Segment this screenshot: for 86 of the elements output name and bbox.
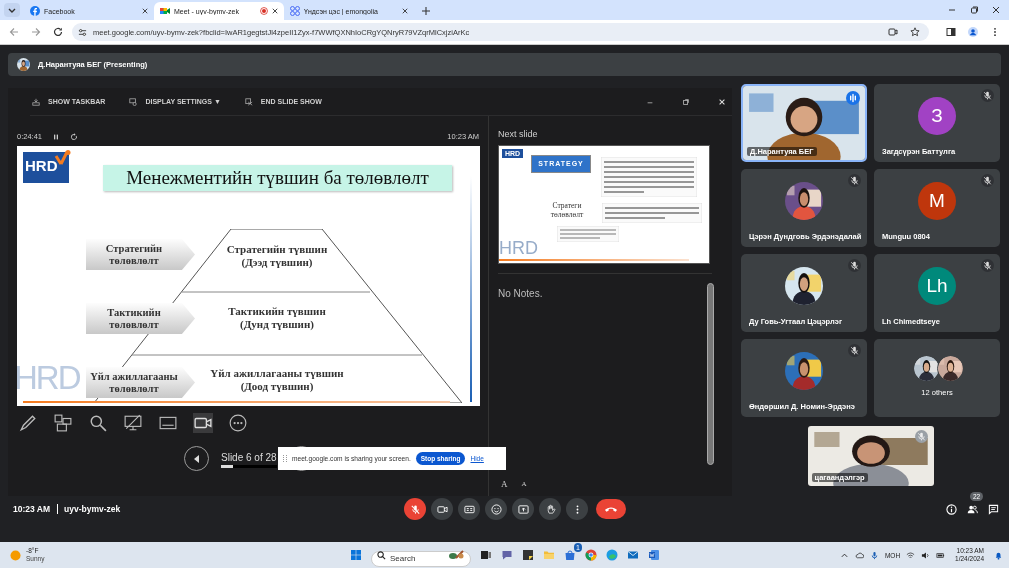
site-settings-icon[interactable] [78,27,87,37]
avatar-initial: M [918,182,956,220]
scrollbar[interactable] [707,283,714,465]
speaking-indicator-icon [846,91,860,105]
meeting-time: 10:23 AM [13,504,58,514]
display-settings-icon [129,97,138,106]
profile-icon[interactable] [968,27,978,37]
captions-button[interactable] [458,498,480,520]
level-text: Үйл ажиллагааны түвшин (Доод түвшин) [209,367,345,393]
word-icon[interactable] [648,549,660,561]
search-field[interactable]: Search [371,550,471,567]
more-options-button[interactable] [566,498,588,520]
level-text: Тактикийн түвшин (Дунд түвшин) [227,305,327,331]
store-icon[interactable] [564,549,576,561]
close-icon[interactable] [272,8,278,14]
more-options-icon[interactable] [228,413,248,433]
speaker-icon[interactable] [921,550,931,560]
camera-button[interactable] [431,498,453,520]
pen-icon[interactable] [18,413,38,433]
watermark-text: HRD [499,238,538,258]
new-tab-icon[interactable] [422,7,430,15]
slides-grid-icon[interactable] [53,413,73,433]
people-icon[interactable] [967,503,978,515]
increase-font-button[interactable]: A [499,479,510,489]
chat-icon[interactable] [988,503,999,515]
tab-search-button[interactable] [4,3,20,17]
video-camera-icon [160,6,170,16]
windows-start-icon[interactable] [350,549,362,561]
logo-icon [23,150,73,183]
side-panel-icon[interactable] [946,27,956,37]
slide-title: Менежментийн түвшин ба төлөвлөлт [103,165,452,191]
cloud-icon[interactable] [854,550,864,560]
cast-icon[interactable] [888,27,898,37]
emoji-button[interactable] [485,498,507,520]
task-view-icon[interactable] [480,549,492,561]
leave-call-button[interactable] [596,499,626,519]
restore-icon[interactable] [682,97,690,106]
camera-icon[interactable] [193,413,213,433]
end-show-icon [244,97,253,106]
present-button[interactable] [512,498,534,520]
previous-icon [192,454,201,463]
level-text: Стратегийн түвшин (Дээд түвшин) [225,243,329,269]
meeting-code: uyv-bymv-zek [64,504,121,514]
caret-icon [8,7,16,13]
zoom-icon[interactable] [88,413,108,433]
present-screen-icon [517,503,529,515]
restore-icon[interactable] [969,5,979,15]
arrow-label: Стратегийн төлөвлөлт [86,239,195,270]
close-icon[interactable] [991,5,1001,15]
doodle-icon [446,550,466,560]
microphone-button[interactable] [404,498,426,520]
smiley-icon [490,503,502,515]
logo-text: HRD [25,157,58,174]
next-slide-heading: Next slide [498,129,539,141]
mic-off-icon [409,503,421,515]
avatar-initial: З [918,97,956,135]
facebook-icon [30,6,40,16]
battery-icon[interactable] [936,550,946,560]
reload-icon[interactable] [53,27,63,37]
mail-icon[interactable] [627,549,639,561]
slide-counter: Slide 6 of 28 [221,452,277,463]
phone-hangup-icon [604,505,618,513]
close-icon[interactable] [402,8,408,14]
captions-icon [463,503,475,515]
watermark-text: HRD [17,360,80,396]
arrow-label: Тактикийн төлөвлөлт [86,303,195,334]
reset-icon[interactable] [70,132,79,141]
microphone-icon[interactable] [869,550,879,560]
sticky-notes-icon[interactable] [522,549,534,561]
notification-bell-icon[interactable] [994,550,1003,560]
monitor-icon[interactable] [123,413,143,433]
grid-icon [290,6,300,16]
info-icon[interactable] [946,503,957,515]
raise-hand-button[interactable] [539,498,561,520]
avatar-initial: Lh [918,267,956,305]
wifi-icon[interactable] [906,550,916,560]
camera-icon [436,503,448,515]
star-icon[interactable] [910,27,920,37]
pause-icon[interactable] [52,132,61,141]
text-lines-drawing [557,226,619,242]
arrow-label: Үйл ажиллагааны төлөвлөлт [86,367,195,398]
close-icon[interactable] [142,8,148,14]
notes-text: No Notes. [498,288,543,299]
chrome-icon[interactable] [585,549,597,561]
taskbar-icon [32,97,40,106]
search-icon [377,550,386,560]
